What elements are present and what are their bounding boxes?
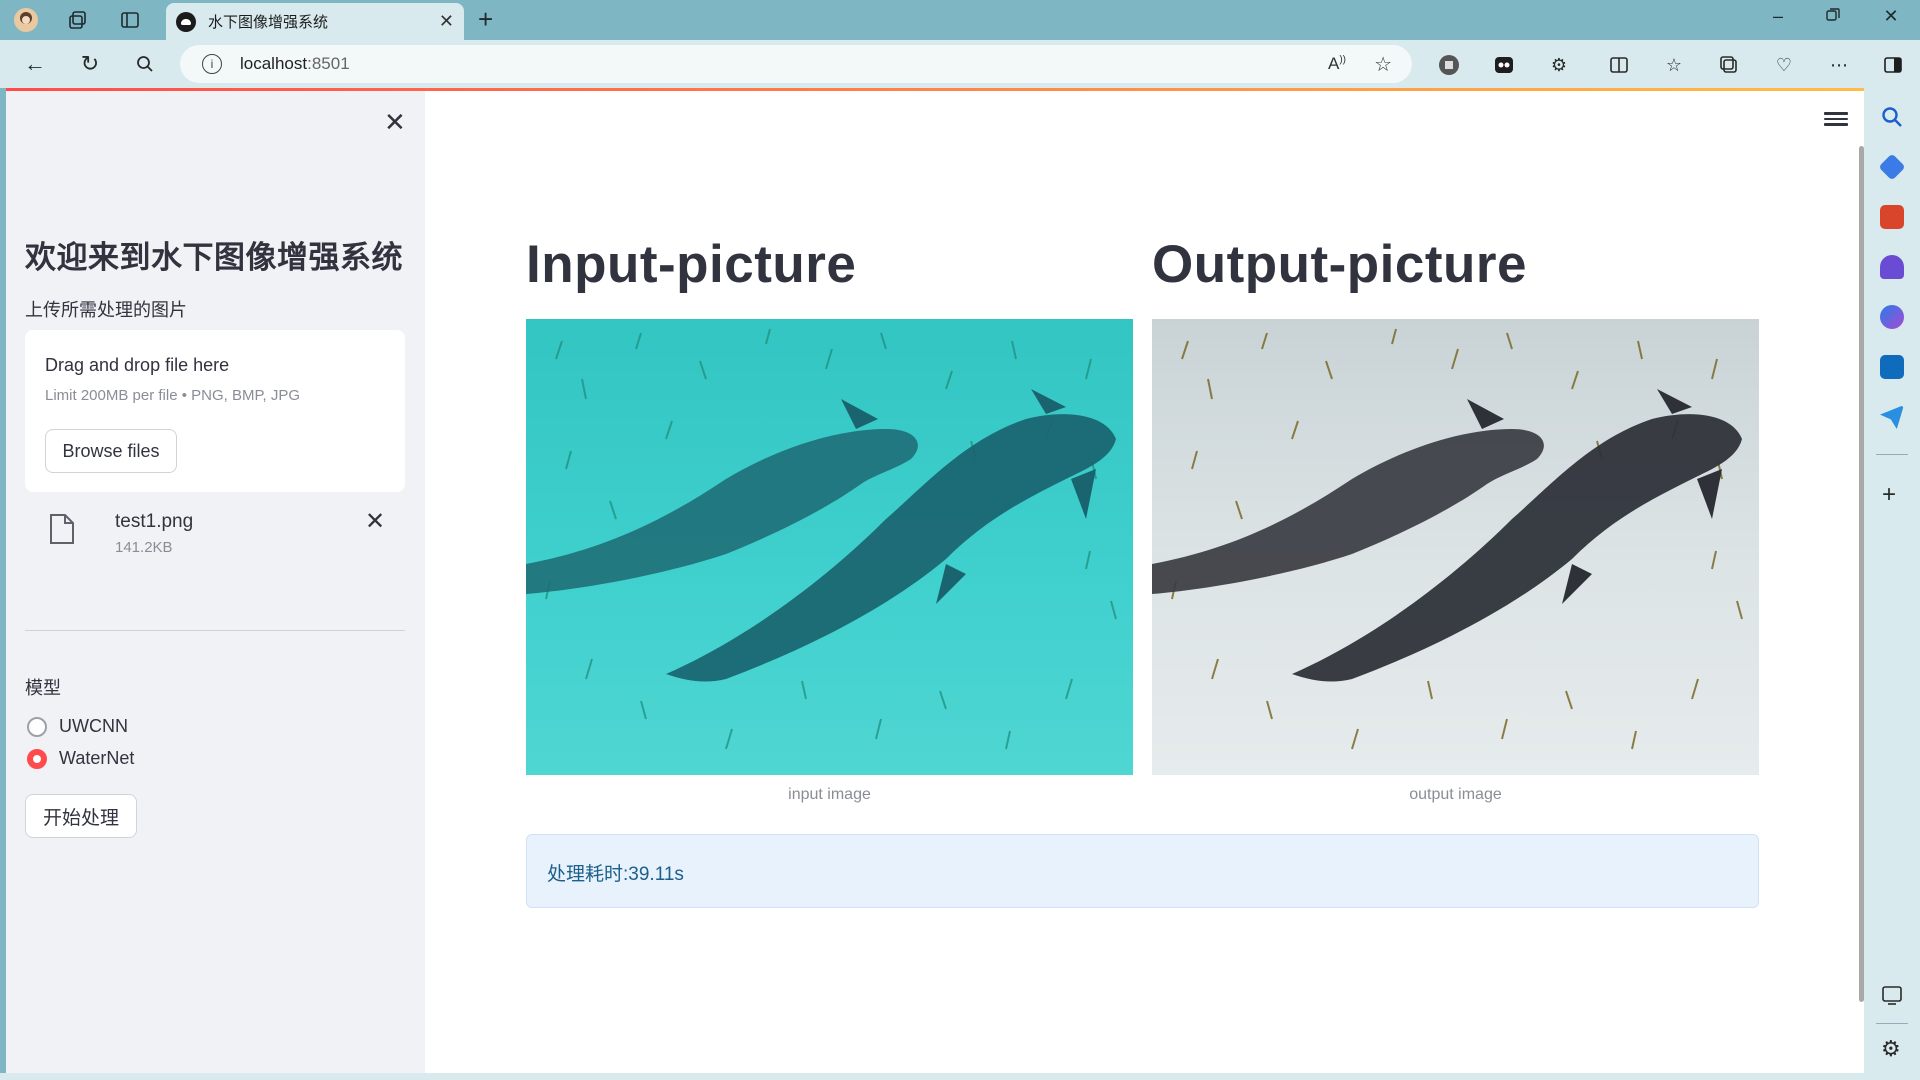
more-icon[interactable]: ⋯	[1827, 53, 1851, 77]
extension-2-icon[interactable]	[1492, 53, 1516, 77]
menu-icon[interactable]	[1824, 109, 1848, 129]
shopping-icon[interactable]	[1878, 153, 1906, 181]
search-icon[interactable]	[1880, 105, 1904, 129]
minimize-icon[interactable]: –	[1763, 6, 1793, 27]
collections-icon[interactable]	[1717, 53, 1741, 77]
workspaces-icon[interactable]	[64, 6, 92, 34]
sidebar-title: 欢迎来到水下图像增强系统	[25, 240, 403, 275]
health-icon[interactable]: ♡	[1772, 53, 1796, 77]
outlook-icon[interactable]	[1880, 355, 1904, 379]
send-icon[interactable]	[1880, 405, 1904, 429]
url-host: localhost	[240, 54, 308, 73]
model-label: 模型	[25, 678, 61, 698]
input-image	[526, 319, 1133, 775]
address-bar[interactable]: i localhost:8501 A)) ☆	[180, 45, 1412, 83]
output-image	[1152, 319, 1759, 775]
refresh-icon[interactable]: ↻	[75, 50, 105, 78]
radio-label: UWCNN	[59, 716, 128, 736]
url-port: :8501	[307, 54, 350, 73]
panel-divider	[1876, 454, 1908, 455]
input-caption: input image	[788, 786, 871, 803]
tools-icon[interactable]	[1880, 205, 1904, 229]
dropzone-limit: Limit 200MB per file • PNG, BMP, JPG	[45, 387, 301, 404]
file-dropzone[interactable]: Drag and drop file here Limit 200MB per …	[25, 330, 405, 492]
restore-icon[interactable]	[1818, 6, 1848, 27]
input-title: Input-picture	[526, 235, 857, 294]
extensions-icon[interactable]: ⚙	[1547, 53, 1571, 77]
panel-divider	[1876, 1023, 1908, 1024]
sidebar-divider	[25, 630, 405, 631]
file-icon	[50, 514, 74, 544]
read-aloud-icon[interactable]: A))	[1328, 54, 1346, 74]
new-tab-button[interactable]: +	[478, 4, 493, 35]
tab-actions-icon[interactable]	[116, 6, 144, 34]
radio-unselected-icon[interactable]	[27, 716, 47, 737]
screenshot-icon[interactable]	[1880, 983, 1904, 1007]
upload-label: 上传所需处理的图片	[25, 300, 187, 320]
split-screen-icon[interactable]	[1607, 53, 1631, 77]
back-icon[interactable]: ←	[20, 50, 50, 78]
radio-option-waternet[interactable]: WaterNet	[27, 748, 134, 769]
favorites-icon[interactable]: ☆	[1662, 53, 1686, 77]
uploaded-file-row: test1.png 141.2KB ✕	[25, 501, 405, 561]
output-title: Output-picture	[1152, 235, 1527, 294]
browser-navbar: ← ↻ i localhost:8501 A)) ☆ ⚙ ☆ ♡ ⋯	[0, 40, 1920, 88]
streamlit-favicon-icon	[176, 11, 196, 32]
extension-1-icon[interactable]	[1437, 53, 1461, 77]
app-viewport: ✕ 欢迎来到水下图像增强系统 上传所需处理的图片 Drag and drop f…	[6, 91, 1864, 1073]
sidebar-icon[interactable]	[1881, 53, 1905, 77]
close-sidebar-icon[interactable]: ✕	[384, 107, 406, 138]
tab-title: 水下图像增强系统	[208, 14, 329, 31]
start-processing-button[interactable]: 开始处理	[25, 794, 137, 838]
processing-time-text: 处理耗时:39.11s	[547, 864, 684, 885]
file-size: 141.2KB	[115, 539, 173, 556]
add-icon[interactable]: +	[1882, 481, 1896, 509]
search-icon[interactable]	[130, 50, 160, 78]
copilot-icon[interactable]	[1880, 305, 1904, 329]
url-text: localhost:8501	[240, 54, 350, 74]
window-bottom-edge	[0, 1073, 1864, 1080]
browser-titlebar: 水下图像增强系统 ✕ + – ✕	[0, 0, 1920, 40]
dropzone-title: Drag and drop file here	[45, 355, 230, 375]
remove-file-icon[interactable]: ✕	[365, 507, 385, 536]
games-icon[interactable]	[1880, 255, 1904, 279]
info-alert: 处理耗时:39.11s	[526, 834, 1759, 908]
close-tab-icon[interactable]: ✕	[439, 11, 454, 32]
file-name: test1.png	[115, 511, 194, 532]
radio-selected-icon[interactable]	[27, 748, 47, 769]
favorite-icon[interactable]: ☆	[1374, 52, 1392, 77]
radio-label: WaterNet	[59, 748, 135, 768]
edge-sidebar: + ⚙	[1864, 88, 1920, 1080]
profile-icon[interactable]	[12, 6, 40, 34]
browse-files-button[interactable]: Browse files	[45, 429, 177, 473]
browser-tab[interactable]: 水下图像增强系统 ✕	[166, 3, 464, 40]
close-window-icon[interactable]: ✕	[1876, 6, 1906, 27]
info-icon[interactable]: i	[202, 54, 222, 74]
sidebar: ✕ 欢迎来到水下图像增强系统 上传所需处理的图片 Drag and drop f…	[6, 91, 425, 1073]
radio-option-uwcnn[interactable]: UWCNN	[27, 716, 128, 737]
output-caption: output image	[1409, 786, 1502, 803]
settings-icon[interactable]: ⚙	[1881, 1036, 1901, 1062]
